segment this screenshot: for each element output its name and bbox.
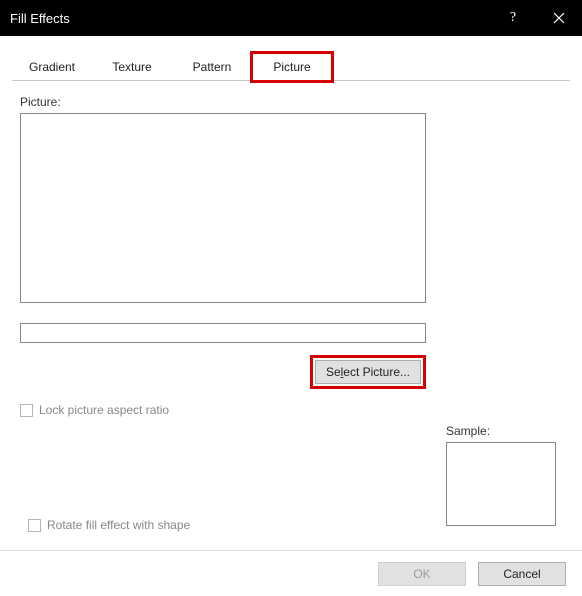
picture-path-field[interactable]	[20, 323, 426, 343]
tab-gradient[interactable]: Gradient	[12, 53, 92, 81]
rotate-fill-checkbox[interactable]	[28, 519, 41, 532]
picture-label: Picture:	[20, 95, 562, 109]
sample-preview	[446, 442, 556, 526]
close-icon	[553, 12, 565, 24]
tab-bar: Gradient Texture Pattern Picture	[12, 52, 570, 81]
window-title: Fill Effects	[10, 11, 490, 26]
select-picture-highlight: Select Picture...	[310, 355, 426, 389]
sample-area: Sample:	[446, 424, 556, 526]
rotate-fill-label: Rotate fill effect with shape	[47, 518, 190, 532]
tab-pattern[interactable]: Pattern	[172, 53, 252, 81]
sample-label: Sample:	[446, 424, 556, 438]
lock-aspect-row[interactable]: Lock picture aspect ratio	[20, 403, 562, 417]
lock-aspect-checkbox[interactable]	[20, 404, 33, 417]
rotate-fill-row[interactable]: Rotate fill effect with shape	[28, 518, 190, 532]
titlebar: Fill Effects ?	[0, 0, 582, 36]
tab-texture[interactable]: Texture	[92, 53, 172, 81]
lock-aspect-label: Lock picture aspect ratio	[39, 403, 169, 417]
cancel-button[interactable]: Cancel	[478, 562, 566, 586]
tab-picture[interactable]: Picture	[252, 53, 332, 81]
picture-preview	[20, 113, 426, 303]
select-picture-label: Select Picture...	[326, 365, 410, 379]
help-button[interactable]: ?	[490, 0, 536, 36]
tab-content-picture: Picture: Select Picture... Lock picture …	[12, 81, 570, 417]
select-picture-button[interactable]: Select Picture...	[315, 360, 421, 384]
ok-button[interactable]: OK	[378, 562, 466, 586]
dialog-footer: OK Cancel	[0, 550, 582, 596]
close-button[interactable]	[536, 0, 582, 36]
